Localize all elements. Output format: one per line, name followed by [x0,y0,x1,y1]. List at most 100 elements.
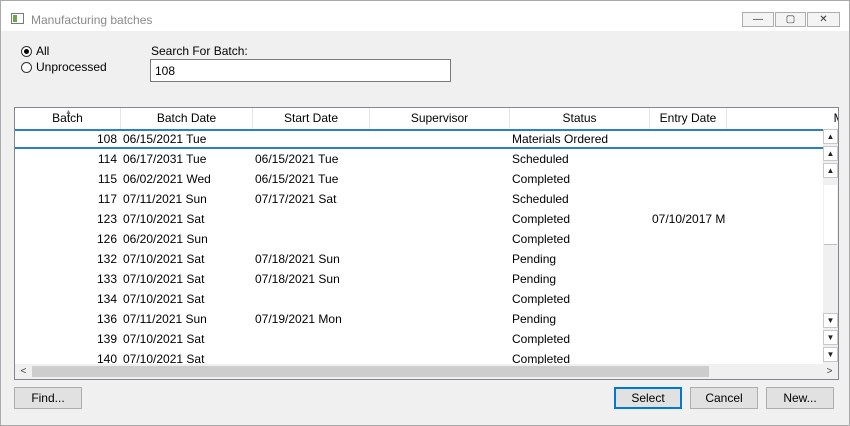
table-row[interactable]: 140 07/10/2021 Sat Completed [15,349,823,364]
cell-batch: 117 [97,192,117,206]
scroll-top-icon: ▲ [826,132,835,141]
cell-status: Pending [512,272,557,286]
cell-status: Scheduled [512,192,569,206]
cell-status: Pending [512,312,557,326]
grid-header: ▲ Batch Batch Date Start Date Supervisor… [15,108,838,130]
column-header-entry-date[interactable]: Entry Date [650,108,727,129]
table-row[interactable]: 134 07/10/2021 Sat Completed [15,289,823,309]
cell-status: Completed [512,332,571,346]
table-row[interactable]: 115 06/02/2021 Wed 06/15/2021 Tue Comple… [15,169,823,189]
cell-status: Pending [512,252,557,266]
column-header-batch[interactable]: ▲ Batch [15,108,121,129]
vertical-scrollbar[interactable]: ▲ ▲ ▲ ▼ ▼ ▼ [823,129,838,364]
cell-batch-date: 06/20/2021 Sun [123,232,208,246]
scroll-bottom-icon: ▼ [826,350,835,359]
cell-batch-date: 07/10/2021 Sat [123,332,205,346]
scroll-up-button[interactable]: ▲ [823,146,838,161]
horizontal-scroll-thumb[interactable] [32,366,709,377]
cell-batch: 133 [96,272,117,286]
scroll-down-button[interactable]: ▼ [823,330,838,345]
scroll-page-up-icon: ▲ [826,166,835,175]
cell-status: Completed [512,172,571,186]
cell-status: Completed [512,212,571,226]
cell-status: Completed [512,292,571,306]
horizontal-scrollbar[interactable]: < > [15,364,838,379]
table-row[interactable]: 133 07/10/2021 Sat 07/18/2021 Sun Pendin… [15,269,823,289]
cell-batch-date: 06/02/2021 Wed [123,172,211,186]
cell-start-date: 07/19/2021 Mon [255,312,342,326]
scroll-top-button[interactable]: ▲ [823,129,838,144]
cell-batch-date: 07/10/2021 Sat [123,292,205,306]
grid-body: 108 06/15/2021 Tue Materials Ordered 114… [15,129,823,364]
cell-batch: 114 [97,152,117,166]
find-button[interactable]: Find... [14,387,82,409]
column-header-memo[interactable]: Memo [727,108,838,129]
cell-batch: 126 [96,232,117,246]
column-header-batch-date[interactable]: Batch Date [121,108,253,129]
cell-batch: 123 [96,212,117,226]
batches-grid: ▲ Batch Batch Date Start Date Supervisor… [14,107,839,380]
table-row[interactable]: 126 06/20/2021 Sun Completed [15,229,823,249]
scroll-down-icon: ▼ [826,333,835,342]
cell-batch: 132 [96,252,117,266]
cell-batch-date: 07/10/2021 Sat [123,212,205,226]
vertical-scroll-thumb[interactable] [824,185,837,245]
cell-start-date: 07/18/2021 Sun [255,252,340,266]
minimize-button[interactable]: — [742,12,774,27]
table-row[interactable]: 136 07/11/2021 Sun 07/19/2021 Mon Pendin… [15,309,823,329]
cell-batch: 136 [96,312,117,326]
title-bar[interactable]: Manufacturing batches — ▢ ✕ [1,1,849,31]
cell-batch-date: 07/10/2021 Sat [123,272,205,286]
radio-all-indicator[interactable] [21,45,32,57]
scroll-left-icon[interactable]: < [16,364,31,379]
cell-batch: 115 [97,172,117,186]
maximize-button[interactable]: ▢ [775,12,806,27]
close-button[interactable]: ✕ [807,12,840,27]
manufacturing-batches-window: Manufacturing batches — ▢ ✕ All Unproces… [0,0,850,426]
cell-batch: 139 [96,332,117,346]
scroll-page-down-icon: ▼ [826,316,835,325]
search-input[interactable] [150,59,451,82]
cell-start-date: 07/18/2021 Sun [255,272,340,286]
column-header-status[interactable]: Status [510,108,650,129]
radio-unprocessed[interactable]: Unprocessed [21,59,107,75]
cell-batch-date: 07/11/2021 Sun [123,312,207,326]
app-icon [11,13,24,24]
scroll-page-down-button[interactable]: ▼ [823,313,838,328]
table-row[interactable]: 114 06/17/2031 Tue 06/15/2021 Tue Schedu… [15,149,823,169]
select-button[interactable]: Select [614,387,682,409]
cell-status: Completed [512,232,571,246]
scroll-up-icon: ▲ [826,149,835,158]
search-label: Search For Batch: [151,44,248,58]
table-row[interactable]: 132 07/10/2021 Sat 07/18/2021 Sun Pendin… [15,249,823,269]
cell-start-date: 07/17/2021 Sat [255,192,337,206]
window-title: Manufacturing batches [31,13,153,27]
column-header-start-date[interactable]: Start Date [253,108,370,129]
cell-batch-date: 07/11/2021 Sun [123,192,207,206]
cell-entry-date: 07/10/2017 Mo [652,212,725,226]
cell-start-date: 06/15/2021 Tue [255,152,339,166]
cell-start-date: 06/15/2021 Tue [255,172,339,186]
cell-batch: 108 [96,132,117,146]
cell-status: Scheduled [512,152,569,166]
scroll-page-up-button[interactable]: ▲ [823,163,838,178]
table-row[interactable]: 123 07/10/2021 Sat Completed 07/10/2017 … [15,209,823,229]
table-row[interactable]: 117 07/11/2021 Sun 07/17/2021 Sat Schedu… [15,189,823,209]
table-row[interactable]: 108 06/15/2021 Tue Materials Ordered [15,129,823,149]
radio-all-label: All [36,44,50,58]
cell-batch-date: 07/10/2021 Sat [123,252,205,266]
table-row[interactable]: 139 07/10/2021 Sat Completed [15,329,823,349]
cancel-button[interactable]: Cancel [690,387,758,409]
scroll-bottom-button[interactable]: ▼ [823,347,838,362]
column-header-supervisor[interactable]: Supervisor [370,108,510,129]
cell-status: Completed [512,352,571,364]
cell-batch: 140 [96,352,117,364]
cell-batch-date: 06/15/2021 Tue [123,132,207,146]
radio-unprocessed-indicator[interactable] [21,61,32,73]
scroll-right-icon[interactable]: > [822,364,837,379]
sort-ascending-icon: ▲ [65,109,72,116]
cell-batch: 134 [96,292,117,306]
radio-all[interactable]: All [21,43,49,59]
new-button[interactable]: New... [766,387,834,409]
cell-batch-date: 06/17/2031 Tue [123,152,207,166]
